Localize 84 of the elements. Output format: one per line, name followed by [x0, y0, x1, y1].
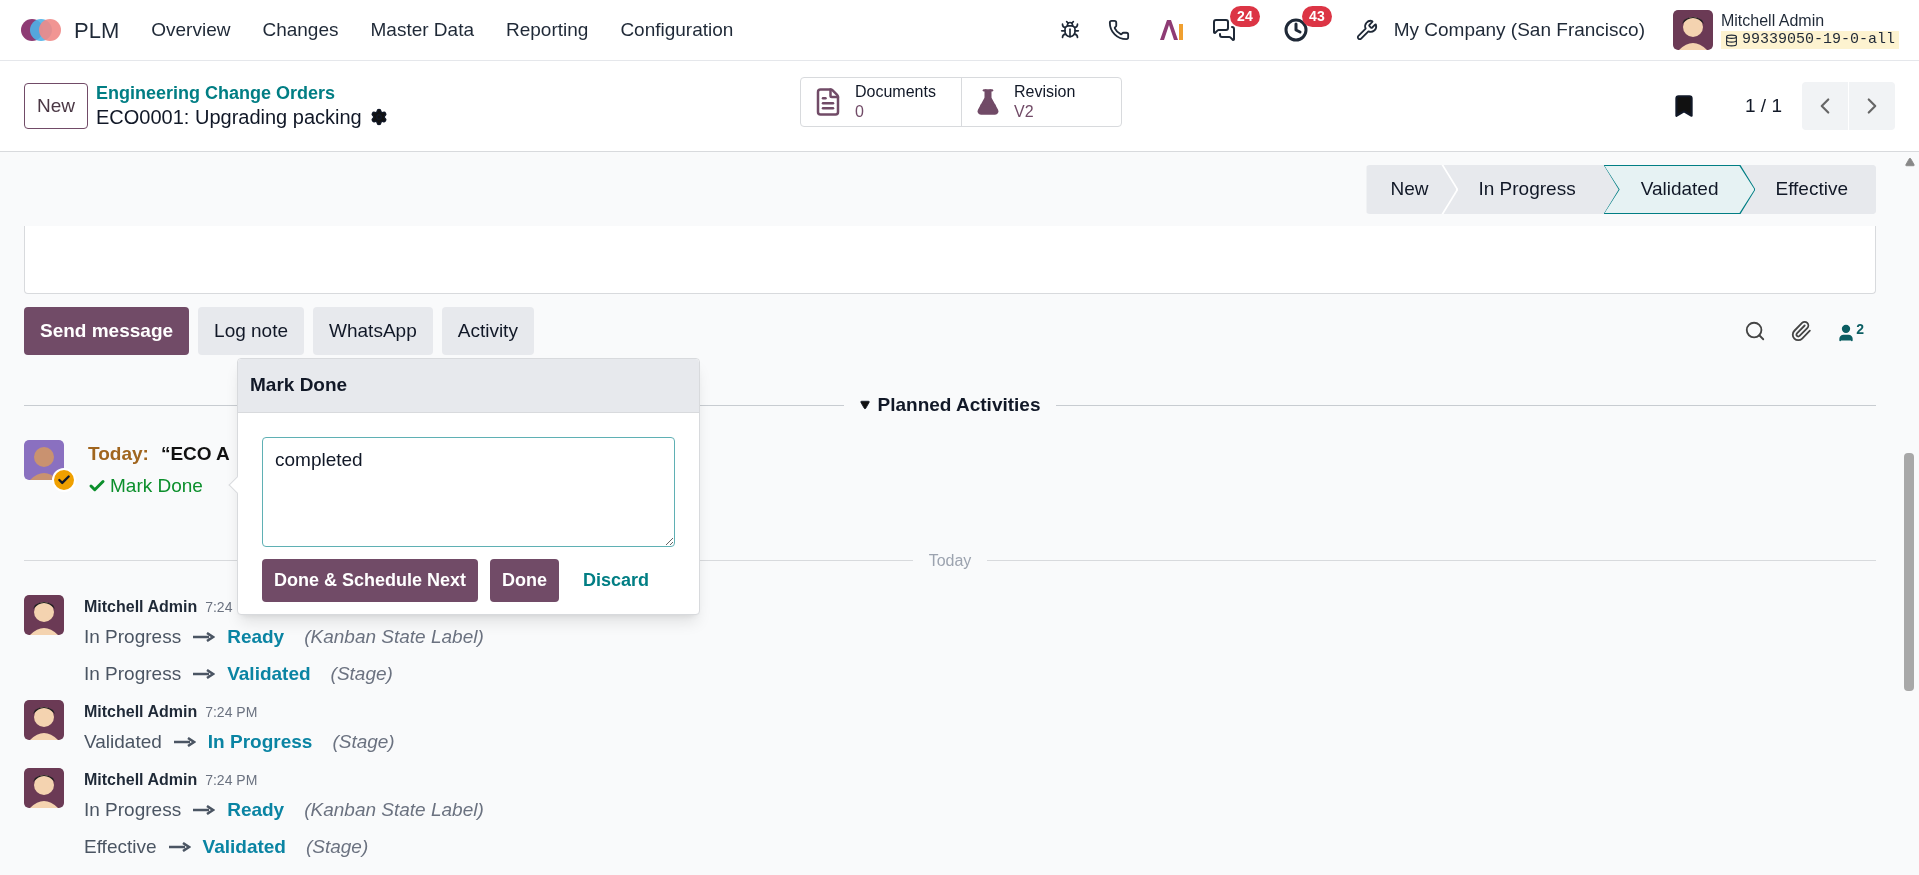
activity-summary: “ECO A [160, 441, 230, 466]
old-value: Effective [84, 834, 157, 859]
record-title: ECO0001: Upgrading packing [96, 104, 362, 130]
chatter-tab[interactable]: Activity [441, 307, 534, 355]
chat-icon[interactable] [1211, 18, 1236, 42]
bug-icon[interactable] [1059, 20, 1080, 40]
field-name: (Stage) [332, 729, 395, 754]
message-time: 7:24 PM [205, 702, 258, 722]
author-avatar [24, 767, 64, 808]
old-value: In Progress [84, 797, 182, 822]
smart-button-value: 0 [855, 102, 865, 122]
arrow-icon [168, 842, 191, 852]
phone-icon[interactable] [1107, 19, 1130, 41]
breadcrumb-link[interactable]: Engineering Change Orders [96, 82, 388, 105]
menu-item[interactable]: Configuration [620, 15, 734, 45]
chatter-tab[interactable]: Send message [24, 307, 190, 355]
smart-button[interactable]: Revision V2 [961, 78, 1121, 126]
count-badge: 43 [1302, 6, 1332, 27]
clock-icon[interactable] [1283, 18, 1308, 42]
feedback-field[interactable]: completed [262, 436, 675, 547]
menu-item[interactable]: Overview [151, 15, 231, 45]
author-name: Mitchell Admin [84, 701, 198, 722]
new-value: Ready [227, 624, 285, 649]
arrow-icon [193, 632, 216, 642]
count-badge: 24 [1230, 6, 1260, 27]
discard-button[interactable]: Discard [571, 558, 662, 602]
old-value: In Progress [84, 661, 182, 686]
smart-button-label: Documents [855, 82, 936, 102]
caret-icon [859, 400, 870, 411]
chatter-tab[interactable]: Log note [198, 307, 305, 355]
old-value: Validated [84, 729, 162, 754]
arrow-icon [193, 669, 216, 679]
smart-button-label: Revision [1014, 82, 1076, 102]
pager-value[interactable]: 1 / 1 [1745, 91, 1782, 121]
activity-avatar [24, 439, 64, 480]
smart-button[interactable]: Documents 0 [801, 78, 961, 126]
database-icon [1724, 33, 1738, 47]
new-value: Ready [227, 797, 285, 822]
paperclip-icon[interactable] [1790, 320, 1813, 342]
menu-item[interactable]: Changes [262, 15, 339, 45]
stage-button[interactable]: Validated [1603, 165, 1756, 214]
date-separator: Today [927, 550, 973, 571]
followers-count: 2 [1856, 320, 1864, 339]
gear-icon[interactable] [369, 108, 388, 127]
smart-button-value: V2 [1014, 102, 1035, 122]
mark-done-link[interactable]: Mark Done [88, 472, 230, 501]
arrow-icon [193, 805, 216, 815]
old-value: In Progress [84, 624, 182, 649]
menu-item[interactable]: Master Data [370, 15, 474, 45]
chatter-tab[interactable]: WhatsApp [313, 307, 433, 355]
done-schedule-next-button[interactable]: Done & Schedule Next [262, 558, 479, 602]
check-badge-icon [52, 467, 76, 492]
due-label: Today: [88, 441, 149, 466]
field-name: (Stage) [305, 834, 369, 859]
author-avatar [24, 594, 64, 635]
field-name: (Kanban State Label) [304, 624, 484, 649]
menu-item[interactable]: Reporting [506, 15, 589, 45]
search-icon[interactable] [1744, 320, 1767, 342]
field-name: (Kanban State Label) [304, 797, 484, 822]
tools-icon[interactable] [1355, 19, 1378, 41]
logo-icon[interactable] [20, 16, 62, 44]
field-name: (Stage) [330, 661, 393, 686]
popover-title: Mark Done [238, 359, 699, 413]
database-badge: 99339050-19-0-all [1720, 30, 1899, 50]
stage-button[interactable]: New [1366, 165, 1459, 214]
new-value: In Progress [207, 729, 313, 754]
new-button[interactable]: New [24, 82, 88, 130]
new-value: Validated [202, 834, 286, 859]
done-button[interactable]: Done [490, 558, 560, 602]
planned-activities-toggle[interactable]: Planned Activities [843, 391, 1057, 420]
message-time: 7:24 [205, 597, 233, 617]
new-value: Validated [227, 661, 311, 686]
arrow-icon [173, 737, 196, 747]
user-avatar [1672, 10, 1713, 50]
author-name: Mitchell Admin [84, 596, 198, 617]
ai-icon[interactable] [1157, 18, 1184, 42]
company-switcher[interactable]: My Company (San Francisco) [1393, 15, 1645, 45]
author-avatar [24, 699, 64, 740]
scroll-up-icon[interactable] [1904, 157, 1915, 167]
user-name[interactable]: Mitchell Admin [1720, 10, 1899, 31]
scrollbar-thumb[interactable] [1904, 453, 1914, 691]
message-time: 7:24 PM [205, 770, 258, 790]
app-name[interactable]: PLM [74, 13, 120, 47]
author-name: Mitchell Admin [84, 769, 198, 790]
